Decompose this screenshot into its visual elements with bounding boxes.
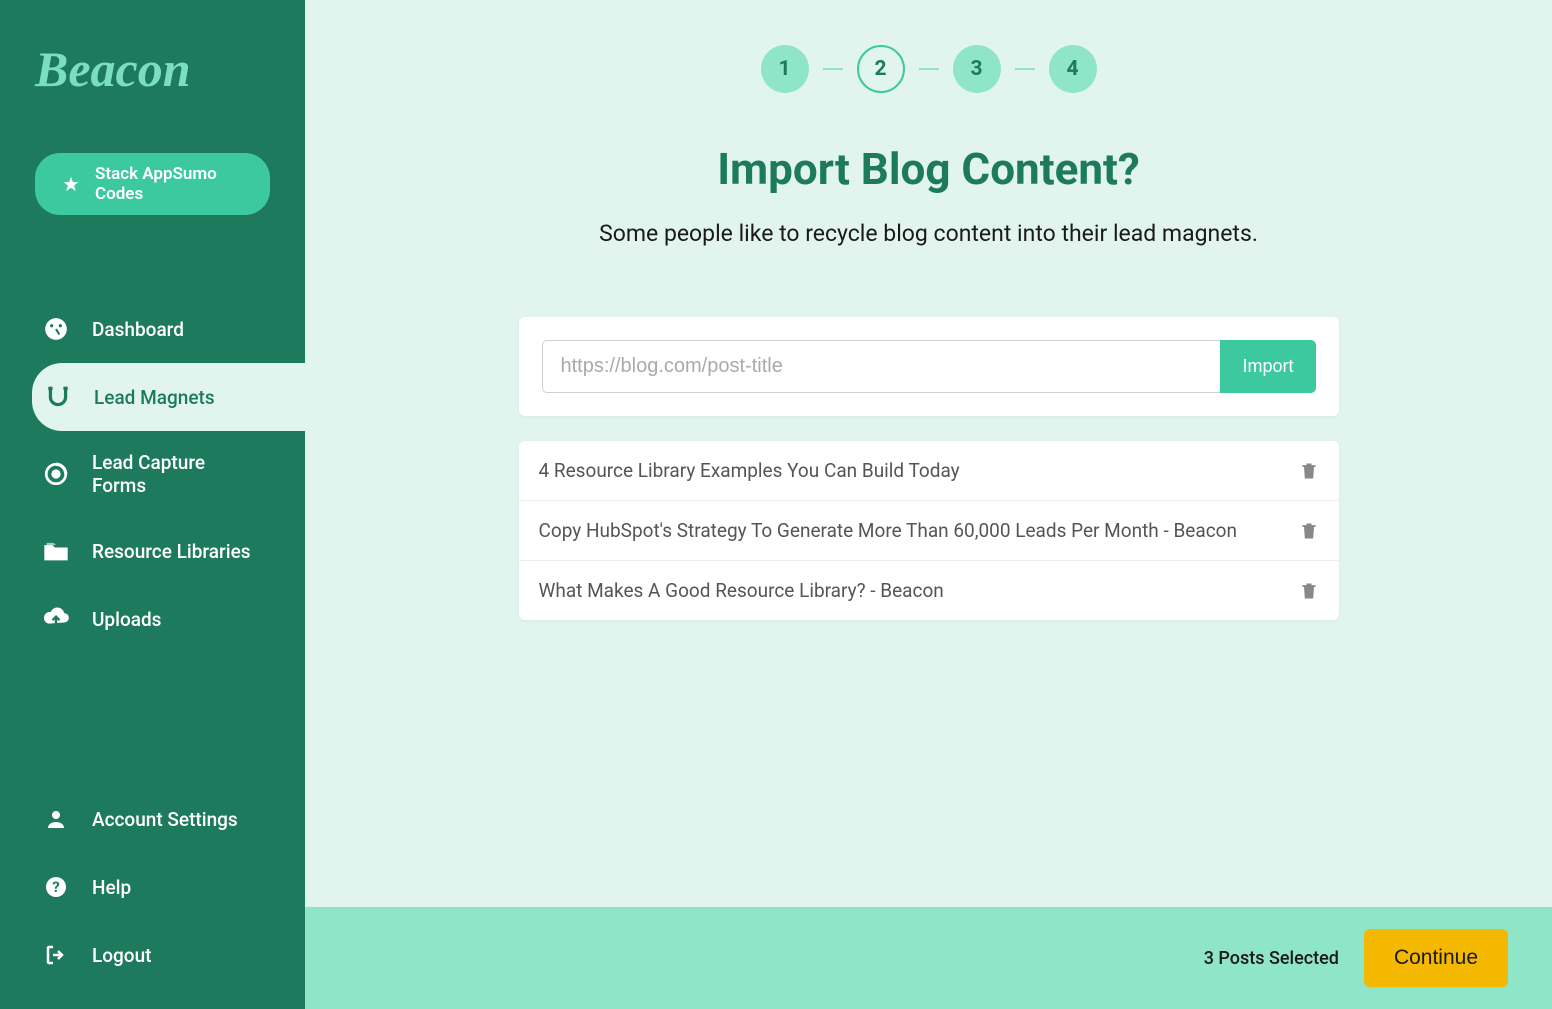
nav-lead-capture[interactable]: Lead Capture Forms xyxy=(0,431,305,517)
user-icon xyxy=(42,805,70,833)
import-row: Import xyxy=(542,340,1316,393)
folder-icon xyxy=(42,537,70,565)
nav-label: Help xyxy=(92,876,131,899)
logout-icon xyxy=(42,941,70,969)
svg-text:?: ? xyxy=(52,878,59,896)
nav-logout[interactable]: Logout xyxy=(0,921,305,989)
step-1[interactable]: 1 xyxy=(761,45,809,93)
main-content: 1 2 3 4 Import Blog Content? Some people… xyxy=(305,0,1552,1009)
import-card: Import xyxy=(519,317,1339,416)
post-row: What Makes A Good Resource Library? - Be… xyxy=(519,561,1339,620)
nav-label: Logout xyxy=(92,944,152,967)
step-divider xyxy=(1015,68,1035,70)
promo-badge[interactable]: Stack AppSumo Codes xyxy=(35,153,270,215)
trash-icon[interactable] xyxy=(1299,520,1319,542)
nav-main: Dashboard Lead Magnets Lead Capture Form… xyxy=(0,295,305,785)
target-icon xyxy=(42,460,70,488)
step-divider xyxy=(919,68,939,70)
nav-account-settings[interactable]: Account Settings xyxy=(0,785,305,853)
nav-uploads[interactable]: Uploads xyxy=(0,585,305,653)
selected-count: 3 Posts Selected xyxy=(1204,948,1339,969)
sidebar: Beacon Stack AppSumo Codes Dashboard Lea… xyxy=(0,0,305,1009)
nav-label: Lead Magnets xyxy=(94,386,215,409)
brand-logo: Beacon xyxy=(0,40,305,98)
content-area: 1 2 3 4 Import Blog Content? Some people… xyxy=(305,0,1552,1009)
page-subtitle: Some people like to recycle blog content… xyxy=(599,220,1258,247)
posts-list: 4 Resource Library Examples You Can Buil… xyxy=(519,441,1339,620)
nav-label: Account Settings xyxy=(92,808,238,831)
nav-bottom: Account Settings ? Help Logout xyxy=(0,785,305,989)
post-row: 4 Resource Library Examples You Can Buil… xyxy=(519,441,1339,501)
trash-icon[interactable] xyxy=(1299,460,1319,482)
nav-label: Resource Libraries xyxy=(92,540,251,563)
magnet-icon xyxy=(44,383,72,411)
page-title: Import Blog Content? xyxy=(717,143,1140,195)
step-2[interactable]: 2 xyxy=(857,45,905,93)
step-indicator: 1 2 3 4 xyxy=(761,45,1097,93)
promo-label: Stack AppSumo Codes xyxy=(95,164,248,204)
nav-lead-magnets[interactable]: Lead Magnets xyxy=(32,363,305,431)
step-3[interactable]: 3 xyxy=(953,45,1001,93)
dashboard-icon xyxy=(42,315,70,343)
star-icon xyxy=(57,170,85,198)
post-title: Copy HubSpot's Strategy To Generate More… xyxy=(539,519,1237,542)
nav-label: Dashboard xyxy=(92,318,184,341)
nav-help[interactable]: ? Help xyxy=(0,853,305,921)
import-button[interactable]: Import xyxy=(1220,340,1315,393)
continue-button[interactable]: Continue xyxy=(1364,929,1508,987)
nav-label: Uploads xyxy=(92,608,161,631)
footer-bar: 3 Posts Selected Continue xyxy=(305,907,1552,1009)
post-title: What Makes A Good Resource Library? - Be… xyxy=(539,579,944,602)
post-row: Copy HubSpot's Strategy To Generate More… xyxy=(519,501,1339,561)
nav-resource-libraries[interactable]: Resource Libraries xyxy=(0,517,305,585)
cloud-upload-icon xyxy=(42,605,70,633)
post-title: 4 Resource Library Examples You Can Buil… xyxy=(539,459,960,482)
trash-icon[interactable] xyxy=(1299,580,1319,602)
url-input[interactable] xyxy=(542,340,1221,393)
step-divider xyxy=(823,68,843,70)
question-icon: ? xyxy=(42,873,70,901)
nav-dashboard[interactable]: Dashboard xyxy=(0,295,305,363)
nav-label: Lead Capture Forms xyxy=(92,451,263,497)
step-4[interactable]: 4 xyxy=(1049,45,1097,93)
